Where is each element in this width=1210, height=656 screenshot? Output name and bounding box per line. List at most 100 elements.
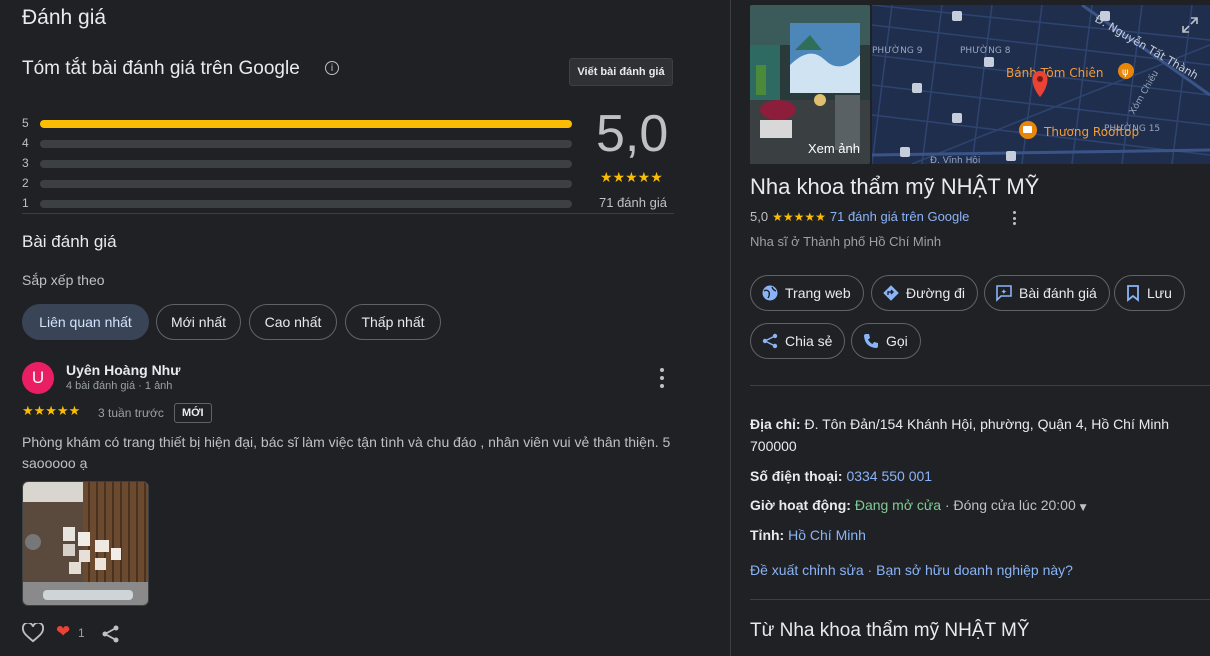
average-stars: ★★★★★ (600, 170, 663, 186)
reaction-count: 1 (78, 626, 85, 640)
address-label: Địa chỉ: (750, 416, 801, 432)
sort-chip-newest[interactable]: Mới nhất (156, 304, 241, 340)
avatar[interactable]: U (22, 362, 54, 394)
divider (750, 599, 1210, 600)
heart-reaction-icon[interactable]: ❤ (56, 622, 70, 642)
rating-bar-5: 5 (22, 116, 574, 130)
place-rating: 5,0 (750, 209, 769, 224)
directions-label: Đường đi (906, 285, 966, 301)
sort-label: Sắp xếp theo (22, 272, 105, 288)
rating-bar-label: 4 (22, 136, 29, 150)
review-icon: ✦ (996, 285, 1012, 302)
svg-text:✦: ✦ (1001, 288, 1008, 297)
new-badge: MỚI (174, 403, 212, 423)
review-author[interactable]: Uyên Hoàng Như (66, 362, 180, 378)
review-stars: ★★★★★ (22, 404, 81, 419)
review-author-meta: 4 bài đánh giá · 1 ảnh (66, 380, 173, 392)
chevron-down-icon[interactable]: ▼ (1080, 503, 1087, 513)
own-business-link[interactable]: Bạn sở hữu doanh nghiệp này? (876, 562, 1073, 578)
view-photos-label: Xem ảnh (807, 141, 860, 156)
review-text: Phòng khám có trang thiết bị hiện đại, b… (22, 434, 671, 471)
rating-bar-1: 1 (22, 196, 574, 210)
hours-label: Giờ hoạt động: (750, 497, 851, 513)
share-label: Chia sẻ (785, 333, 833, 349)
write-review-action-button[interactable]: ✦ Bài đánh giá (984, 275, 1110, 311)
reviews-section-title: Bài đánh giá (22, 232, 117, 251)
bookmark-icon (1127, 285, 1139, 302)
place-rating-line: 5,0 ★★★★★ 71 đánh giá trên Google (750, 209, 969, 224)
rating-bar-label: 3 (22, 156, 29, 170)
place-name: Nha khoa thẩm mỹ NHẬT MỸ (750, 174, 1040, 199)
rating-bar-3: 3 (22, 156, 574, 170)
expand-map-icon[interactable] (1180, 15, 1200, 35)
hours-close: · Đóng cửa lúc 20:00 (944, 497, 1076, 513)
sort-chip-relevant[interactable]: Liên quan nhất (22, 304, 149, 340)
write-review-button[interactable]: Viết bài đánh giá (569, 58, 673, 86)
reviews-panel: Đánh giá Tóm tắt bài đánh giá trên Googl… (0, 0, 730, 656)
svg-text:Đ. Vĩnh Hội: Đ. Vĩnh Hội (930, 155, 980, 164)
svg-text:Thương Rooftop: Thương Rooftop (1043, 125, 1139, 139)
rating-bar-track (40, 120, 572, 128)
suggest-edit-link[interactable]: Đề xuất chỉnh sửa (750, 562, 864, 578)
reviews-action-label: Bài đánh giá (1019, 285, 1097, 301)
place-rating-stars: ★★★★★ (772, 209, 826, 224)
divider (750, 385, 1210, 386)
call-button[interactable]: Gọi (851, 323, 921, 359)
save-label: Lưu (1147, 285, 1172, 301)
address-row: Địa chỉ: Đ. Tôn Đản/154 Khánh Hội, phườn… (750, 413, 1190, 457)
hours-row[interactable]: Giờ hoạt động: Đang mở cửa · Đóng cửa lú… (750, 494, 1087, 519)
place-photo[interactable]: Xem ảnh (750, 5, 870, 164)
place-reviews-link[interactable]: 71 đánh giá trên Google (830, 209, 970, 224)
rating-bar-track (40, 180, 572, 188)
rating-bar-fill (40, 120, 572, 128)
reviews-heading: Đánh giá (22, 6, 107, 29)
divider (22, 213, 674, 214)
province-row: Tỉnh: Hồ Chí Minh (750, 524, 866, 546)
province-link[interactable]: Hồ Chí Minh (788, 527, 866, 543)
rating-bar-label: 5 (22, 116, 29, 130)
svg-text:PHƯỜNG 9: PHƯỜNG 9 (872, 44, 923, 56)
province-label: Tỉnh: (750, 527, 785, 543)
hours-status: Đang mở cửa (854, 497, 942, 513)
website-button[interactable]: Trang web (750, 275, 864, 311)
sort-chip-highest[interactable]: Cao nhất (249, 304, 337, 340)
save-button[interactable]: Lưu (1114, 275, 1185, 311)
place-category: Nha sĩ ở Thành phố Hồ Chí Minh (750, 234, 942, 249)
svg-text:Bánh Tôm Chiên: Bánh Tôm Chiên (1006, 66, 1104, 80)
phone-label: Số điện thoại: (750, 468, 843, 484)
more-options-icon[interactable] (654, 368, 670, 388)
svg-text:ψ: ψ (1122, 67, 1129, 78)
rating-bar-track (40, 200, 572, 208)
directions-button[interactable]: Đường đi (871, 275, 979, 311)
share-button[interactable]: Chia sẻ (750, 323, 846, 359)
rating-bar-label: 2 (22, 176, 29, 190)
map[interactable]: PHƯỜNG 9 PHƯỜNG 8 PHƯỜNG 15 Đ. Vĩnh Hội … (872, 5, 1210, 164)
summary-title: Tóm tắt bài đánh giá trên Google (22, 58, 300, 79)
share-icon (762, 333, 778, 349)
link-separator: · (867, 562, 873, 578)
phone-link[interactable]: 0334 550 001 (846, 468, 932, 484)
directions-icon (883, 285, 899, 301)
info-icon[interactable]: i (325, 61, 339, 75)
sort-chip-lowest[interactable]: Thấp nhất (345, 304, 441, 340)
rating-bar-2: 2 (22, 176, 574, 190)
review-photo[interactable] (22, 481, 149, 606)
more-options-icon[interactable] (1011, 211, 1017, 225)
rating-bar-4: 4 (22, 136, 574, 150)
place-panel: Xem ảnh PHƯỜNG 9 PHƯỜNG 8 PHƯỜNG 15 Đ. V… (731, 0, 1210, 656)
phone-row: Số điện thoại: 0334 550 001 (750, 465, 932, 487)
globe-icon (762, 285, 778, 301)
svg-text:PHƯỜNG 8: PHƯỜNG 8 (960, 44, 1011, 56)
phone-icon (864, 334, 878, 348)
review-time: 3 tuần trước (98, 406, 164, 420)
rating-bar-track (40, 140, 572, 148)
from-business-title: Từ Nha khoa thẩm mỹ NHẬT MỸ (750, 620, 1030, 641)
average-score: 5,0 (596, 105, 669, 163)
review-count[interactable]: 71 đánh giá (599, 195, 667, 210)
like-icon[interactable] (22, 623, 44, 643)
share-icon[interactable] (101, 624, 121, 644)
rating-bar-track (40, 160, 572, 168)
address-value: Đ. Tôn Đản/154 Khánh Hội, phường, Quận 4… (750, 416, 1170, 454)
owner-links: Đề xuất chỉnh sửa · Bạn sở hữu doanh ngh… (750, 562, 1073, 578)
website-label: Trang web (785, 285, 851, 301)
